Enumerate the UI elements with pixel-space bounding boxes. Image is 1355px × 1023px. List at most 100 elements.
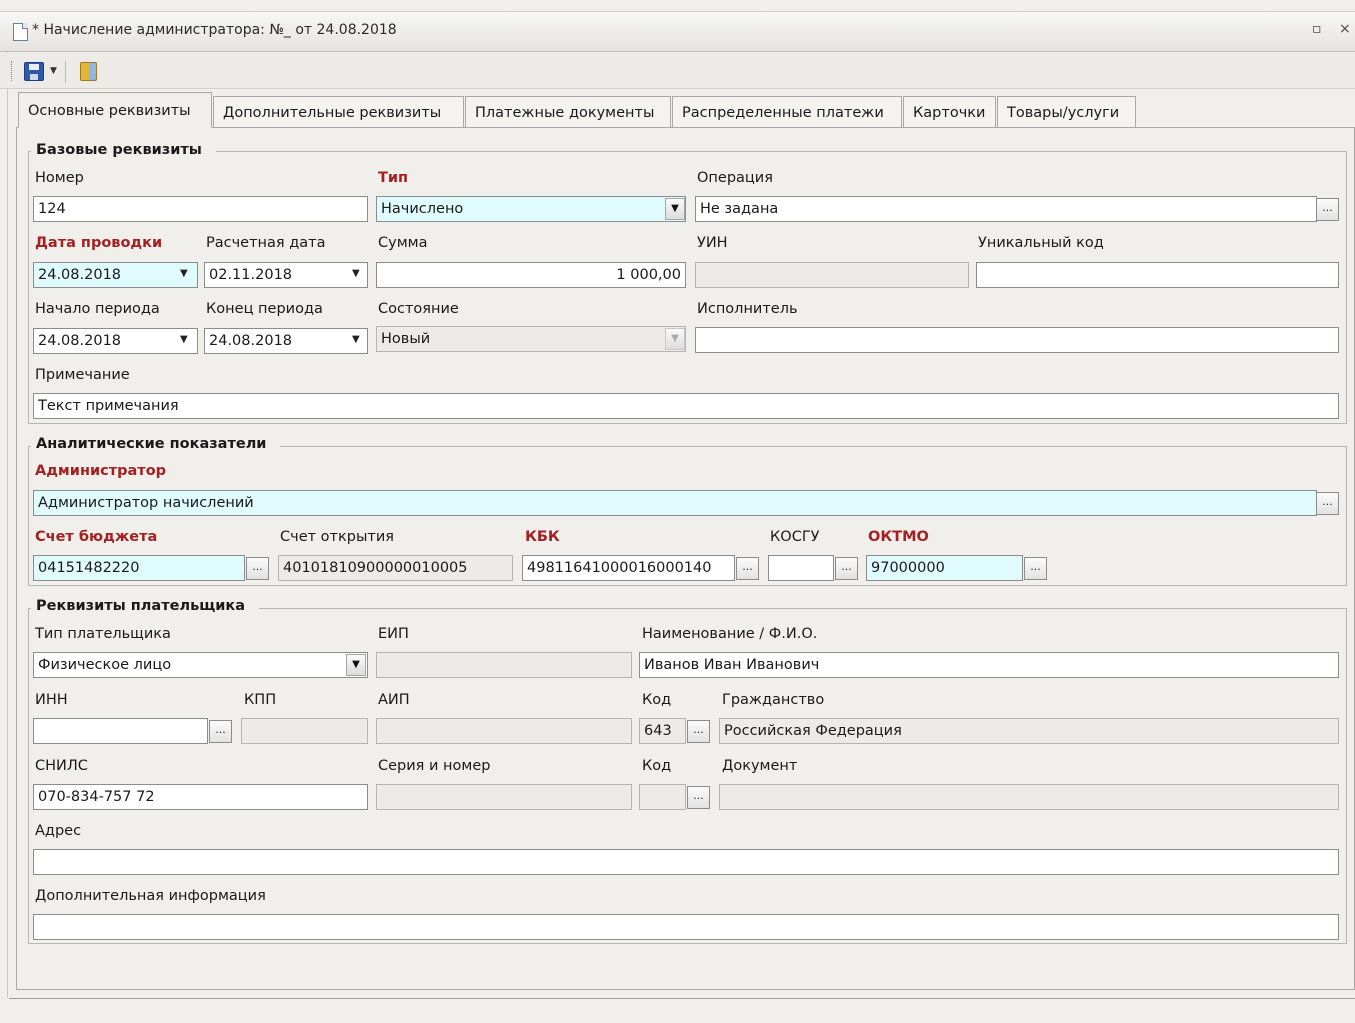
type-dropdown-button[interactable]: ▼ — [665, 198, 685, 220]
toolbar-separator — [65, 61, 66, 83]
status-bar — [9, 998, 1355, 1023]
operation-input[interactable]: Не задана — [695, 196, 1317, 222]
period-end-dropdown-icon[interactable]: ▼ — [352, 334, 360, 345]
tab-cards[interactable]: Карточки — [903, 96, 996, 128]
budget-account-ellipsis-button[interactable]: ... — [246, 557, 269, 580]
sum-input[interactable]: 1 000,00 — [376, 262, 686, 288]
document-code-ellipsis-button[interactable]: ... — [687, 786, 710, 809]
payer-name-label: Наименование / Ф.И.О. — [642, 626, 818, 642]
document-label: Документ — [722, 758, 798, 774]
payer-type-label: Тип плательщика — [35, 626, 171, 642]
calc-date-dropdown-icon[interactable]: ▼ — [352, 268, 360, 279]
save-dropdown-icon[interactable]: ▼ — [50, 66, 57, 76]
series-number-label: Серия и номер — [378, 758, 491, 774]
unique-code-input[interactable] — [976, 262, 1339, 288]
type-label: Тип — [378, 170, 409, 186]
note-label: Примечание — [35, 367, 130, 383]
eip-input — [376, 652, 632, 678]
state-select: Новый — [376, 326, 686, 352]
period-start-label: Начало периода — [35, 301, 160, 317]
kosgu-ellipsis-button[interactable]: ... — [835, 557, 858, 580]
country-code-input: 643 — [639, 718, 686, 744]
aip-input — [376, 718, 632, 744]
kbk-input[interactable]: 49811641000016000140 — [522, 555, 735, 581]
snils-label: СНИЛС — [35, 758, 88, 774]
payer-name-input[interactable]: Иванов Иван Иванович — [639, 652, 1339, 678]
administrator-ellipsis-button[interactable]: ... — [1316, 492, 1339, 515]
document-icon — [13, 23, 28, 41]
document-code-label: Код — [642, 758, 672, 774]
payer-type-dropdown-button[interactable]: ▼ — [346, 654, 366, 676]
inn-input[interactable] — [33, 718, 208, 744]
number-label: Номер — [35, 170, 84, 186]
operation-ellipsis-button[interactable]: ... — [1316, 198, 1339, 221]
toolbar-grip — [11, 61, 14, 81]
country-code-label: Код — [642, 692, 672, 708]
address-label: Адрес — [35, 823, 82, 839]
citizenship-input: Российская Федерация — [719, 718, 1339, 744]
operation-label: Операция — [697, 170, 773, 186]
period-end-input[interactable]: 24.08.2018 — [204, 328, 368, 354]
additional-info-label: Дополнительная информация — [35, 888, 266, 904]
group-title: Базовые реквизиты — [31, 142, 216, 158]
calc-date-input[interactable]: 02.11.2018 — [204, 262, 368, 288]
payer-type-select[interactable]: Физическое лицо — [33, 652, 368, 678]
inn-ellipsis-button[interactable]: ... — [209, 720, 232, 743]
posting-date-dropdown-icon[interactable]: ▼ — [180, 268, 188, 279]
administrator-input[interactable]: Администратор начислений — [33, 490, 1317, 516]
country-code-ellipsis-button[interactable]: ... — [687, 720, 710, 743]
tab-additional-requisites[interactable]: Дополнительные реквизиты — [213, 96, 464, 128]
window-titlebar: * Начисление администратора: №_ от 24.08… — [0, 11, 1355, 52]
state-dropdown-button: ▼ — [665, 328, 685, 350]
type-select[interactable]: Начислено — [376, 196, 686, 222]
kbk-label: КБК — [525, 529, 560, 545]
uin-input — [695, 262, 969, 288]
oktmo-label: ОКТМО — [868, 529, 929, 545]
note-input[interactable]: Текст примечания — [33, 393, 1339, 419]
posting-date-input[interactable]: 24.08.2018 — [33, 262, 198, 288]
period-end-label: Конец периода — [206, 301, 323, 317]
number-input[interactable]: 124 — [33, 196, 368, 222]
citizenship-label: Гражданство — [722, 692, 825, 708]
exit-icon[interactable] — [80, 62, 97, 81]
budget-account-label: Счет бюджета — [35, 529, 158, 545]
eip-label: ЕИП — [378, 626, 409, 642]
opening-account-input: 40101810900000010005 — [278, 555, 513, 581]
save-icon[interactable] — [24, 62, 44, 81]
restore-icon[interactable]: ▫ — [1312, 21, 1322, 37]
kbk-ellipsis-button[interactable]: ... — [736, 557, 759, 580]
unique-code-label: Уникальный код — [978, 235, 1104, 251]
tab-goods-services[interactable]: Товары/услуги — [997, 96, 1136, 128]
document-input — [719, 784, 1339, 810]
tab-distributed-payments[interactable]: Распределенные платежи — [672, 96, 902, 128]
close-icon[interactable]: × — [1339, 21, 1351, 37]
executor-input[interactable] — [695, 327, 1339, 353]
period-start-input[interactable]: 24.08.2018 — [33, 328, 198, 354]
opening-account-label: Счет открытия — [280, 529, 394, 545]
additional-info-input[interactable] — [33, 914, 1339, 940]
document-code-input — [639, 784, 686, 810]
posting-date-label: Дата проводки — [35, 235, 163, 251]
group-title: Реквизиты плательщика — [31, 598, 260, 614]
tab-main-requisites[interactable]: Основные реквизиты — [18, 92, 212, 128]
window-title: * Начисление администратора: №_ от 24.08… — [32, 22, 397, 38]
oktmo-input[interactable]: 97000000 — [866, 555, 1023, 581]
kosgu-input[interactable] — [768, 555, 834, 581]
kpp-label: КПП — [244, 692, 277, 708]
window-frame — [7, 52, 8, 998]
series-number-input — [376, 784, 632, 810]
calc-date-label: Расчетная дата — [206, 235, 326, 251]
oktmo-ellipsis-button[interactable]: ... — [1024, 557, 1047, 580]
state-label: Состояние — [378, 301, 459, 317]
group-title: Аналитические показатели — [31, 436, 281, 452]
address-input[interactable] — [33, 849, 1339, 875]
toolbar: ▼ — [0, 53, 1355, 89]
inn-label: ИНН — [35, 692, 68, 708]
snils-input[interactable]: 070-834-757 72 — [33, 784, 368, 810]
period-start-dropdown-icon[interactable]: ▼ — [180, 334, 188, 345]
tab-payment-documents[interactable]: Платежные документы — [465, 96, 671, 128]
budget-account-input[interactable]: 04151482220 — [33, 555, 245, 581]
kosgu-label: КОСГУ — [770, 529, 820, 545]
executor-label: Исполнитель — [697, 301, 798, 317]
aip-label: АИП — [378, 692, 410, 708]
